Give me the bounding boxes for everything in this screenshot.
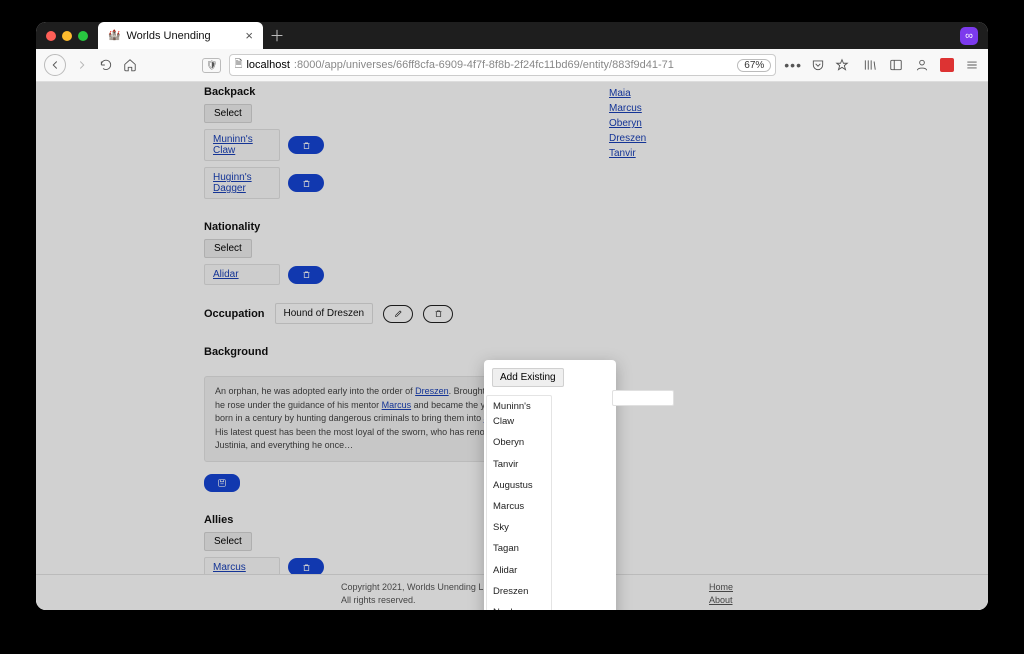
tab-strip: 🏰 Worlds Unending × ＋ ∞: [36, 22, 988, 49]
popup-option[interactable]: Sky: [487, 517, 551, 538]
tab-favicon-icon: 🏰: [108, 30, 120, 41]
close-window-button[interactable]: [46, 31, 56, 41]
extension-badge-icon[interactable]: ∞: [960, 27, 978, 45]
page-actions-button[interactable]: •••: [784, 57, 802, 73]
tabstrip-right: ∞: [960, 22, 988, 49]
browser-window: 🏰 Worlds Unending × ＋ ∞ 🛡 🗎 localhost :80…: [36, 22, 988, 610]
popup-option[interactable]: Muninn's Claw: [487, 396, 551, 432]
extension-icon[interactable]: [940, 58, 954, 72]
home-button[interactable]: [122, 57, 138, 73]
bookmark-star-icon[interactable]: [834, 57, 850, 73]
library-icon[interactable]: [862, 57, 878, 73]
close-tab-icon[interactable]: ×: [245, 28, 253, 43]
popup-search-input[interactable]: [612, 390, 674, 406]
minimize-window-button[interactable]: [62, 31, 72, 41]
zoom-indicator[interactable]: 67%: [737, 59, 771, 72]
url-host: localhost: [246, 59, 289, 71]
forward-button[interactable]: [74, 57, 90, 73]
popup-option[interactable]: Augustus: [487, 475, 551, 496]
popup-option[interactable]: Dreszen: [487, 581, 551, 602]
popup-option[interactable]: Marcus: [487, 496, 551, 517]
site-info-icon[interactable]: 🗎: [234, 57, 242, 74]
sidebar-icon[interactable]: [888, 57, 904, 73]
popup-options-list: Muninn's Claw Oberyn Tanvir Augustus Mar…: [486, 395, 552, 610]
browser-tab[interactable]: 🏰 Worlds Unending ×: [98, 22, 263, 49]
popup-option[interactable]: Tanvir: [487, 454, 551, 475]
url-input[interactable]: 🗎 localhost :8000/app/universes/66ff8cfa-…: [229, 54, 776, 76]
tab-title: Worlds Unending: [126, 30, 210, 42]
popup-option[interactable]: Oberyn: [487, 432, 551, 453]
page-viewport: Backpack Select Muninn's Claw Huginn's D…: [36, 82, 988, 610]
popup-option[interactable]: Neeko: [487, 602, 551, 610]
maximize-window-button[interactable]: [78, 31, 88, 41]
url-path: :8000/app/universes/66ff8cfa-6909-4f7f-8…: [294, 59, 733, 71]
shield-icon[interactable]: 🛡: [202, 58, 221, 73]
address-bar: 🛡 🗎 localhost :8000/app/universes/66ff8cf…: [36, 49, 988, 82]
reload-button[interactable]: [98, 57, 114, 73]
add-existing-popup: Add Existing Muninn's Claw Oberyn Tanvir…: [484, 360, 616, 610]
toolbar-right: [858, 57, 980, 73]
account-icon[interactable]: [914, 57, 930, 73]
popup-option[interactable]: Alidar: [487, 560, 551, 581]
window-controls: [36, 22, 98, 49]
popup-option[interactable]: Tagan: [487, 538, 551, 559]
save-pocket-icon[interactable]: [810, 57, 826, 73]
back-button[interactable]: [44, 54, 66, 76]
menu-button[interactable]: [964, 57, 980, 73]
add-existing-button[interactable]: Add Existing: [492, 368, 564, 387]
new-tab-button[interactable]: ＋: [263, 22, 291, 49]
